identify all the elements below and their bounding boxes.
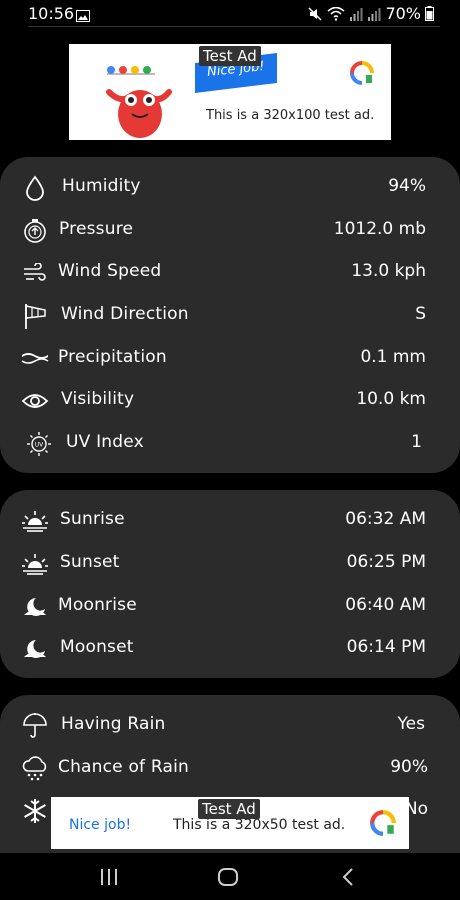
pressure-value: 1012.0 mb bbox=[333, 219, 426, 239]
navigation-bar bbox=[0, 853, 460, 900]
signal-icon bbox=[349, 7, 363, 21]
sunrise-label: Sunrise bbox=[60, 509, 125, 529]
top-banner-ad[interactable]: Nice job! Test Ad This is a 320x100 test… bbox=[69, 44, 391, 140]
bottom-banner-ad[interactable]: Test Ad Nice job! This is a 320x50 test … bbox=[51, 797, 409, 849]
monster-mascot-image bbox=[99, 62, 179, 140]
sunset-icon bbox=[20, 550, 50, 578]
divider bbox=[28, 26, 440, 27]
moonset-icon bbox=[20, 635, 50, 663]
test-ad-badge: Test Ad bbox=[198, 799, 260, 819]
wind-speed-value: 13.0 kph bbox=[351, 261, 426, 281]
recents-button[interactable] bbox=[89, 863, 129, 891]
mute-icon bbox=[307, 6, 323, 22]
gallery-icon bbox=[76, 7, 90, 26]
back-icon bbox=[342, 868, 353, 886]
pressure-row: Pressure 1012.0 mb bbox=[0, 209, 460, 251]
rain-cloud-icon bbox=[20, 755, 50, 783]
ad-logo-icon bbox=[369, 809, 397, 841]
sunset-value: 06:25 PM bbox=[346, 552, 426, 572]
having-rain-value: Yes bbox=[397, 714, 425, 734]
wind-icon bbox=[20, 259, 50, 287]
precipitation-row: Precipitation 0.1 mm bbox=[0, 337, 460, 379]
weather-details-card: Humidity 94% Pressure 1012.0 mb Wind Spe… bbox=[0, 157, 460, 473]
snowflake-icon bbox=[20, 797, 50, 825]
chance-of-rain-row: Chance of Rain 90% bbox=[0, 747, 460, 789]
ad-text: This is a 320x50 test ad. bbox=[173, 817, 346, 833]
humidity-label: Humidity bbox=[62, 176, 141, 196]
wind-speed-label: Wind Speed bbox=[58, 261, 162, 281]
sunset-label: Sunset bbox=[60, 552, 120, 572]
moonrise-row: Moonrise 06:40 AM bbox=[0, 585, 460, 627]
visibility-value: 10.0 km bbox=[356, 389, 426, 409]
moonset-label: Moonset bbox=[60, 637, 134, 657]
moonset-value: 06:14 PM bbox=[346, 637, 426, 657]
uv-index-value: 1 bbox=[411, 432, 422, 452]
wind-direction-label: Wind Direction bbox=[61, 304, 189, 324]
gauge-icon bbox=[20, 217, 50, 245]
chance-of-rain-label: Chance of Rain bbox=[58, 757, 189, 777]
sunrise-icon bbox=[20, 507, 50, 535]
moonrise-icon bbox=[20, 593, 50, 621]
sunrise-value: 06:32 AM bbox=[345, 509, 426, 529]
chance-of-rain-value: 90% bbox=[390, 757, 428, 777]
back-button[interactable] bbox=[328, 863, 368, 891]
ad-nice-text: Nice job! bbox=[69, 817, 132, 833]
ad-logo-icon bbox=[349, 60, 375, 90]
uv-index-label: UV Index bbox=[66, 432, 144, 452]
having-rain-row: Having Rain Yes bbox=[0, 704, 460, 746]
sunrise-row: Sunrise 06:32 AM bbox=[0, 499, 460, 541]
umbrella-icon bbox=[20, 712, 50, 740]
humidity-row: Humidity 94% bbox=[0, 166, 460, 208]
battery-icon bbox=[425, 6, 434, 21]
humidity-value: 94% bbox=[388, 176, 426, 196]
status-bar: 10:56 70% bbox=[0, 0, 460, 26]
visibility-label: Visibility bbox=[61, 389, 135, 409]
pressure-label: Pressure bbox=[59, 219, 134, 239]
wind-direction-row: Wind Direction S bbox=[0, 294, 460, 336]
moonrise-value: 06:40 AM bbox=[345, 595, 426, 615]
wind-direction-value: S bbox=[415, 304, 426, 324]
home-icon bbox=[218, 868, 238, 886]
astronomy-card: Sunrise 06:32 AM Sunset 06:25 PM Moonris… bbox=[0, 490, 460, 678]
visibility-row: Visibility 10.0 km bbox=[0, 379, 460, 421]
moonrise-label: Moonrise bbox=[58, 595, 137, 615]
precipitation-icon bbox=[20, 345, 50, 373]
precipitation-label: Precipitation bbox=[58, 347, 167, 367]
uv-index-row: UV UV Index 1 bbox=[0, 422, 460, 464]
wind-speed-row: Wind Speed 13.0 kph bbox=[0, 251, 460, 293]
moonset-row: Moonset 06:14 PM bbox=[0, 627, 460, 669]
wifi-icon bbox=[327, 6, 345, 21]
home-button[interactable] bbox=[208, 863, 248, 891]
recents-icon bbox=[101, 869, 117, 885]
having-rain-label: Having Rain bbox=[61, 714, 166, 734]
svg-text:UV: UV bbox=[35, 442, 44, 449]
status-time: 10:56 bbox=[28, 4, 75, 23]
battery-text: 70% bbox=[385, 4, 421, 23]
droplet-icon bbox=[20, 174, 50, 202]
signal-icon bbox=[367, 7, 381, 21]
test-ad-badge: Test Ad bbox=[199, 46, 261, 66]
windsock-icon bbox=[20, 302, 50, 330]
eye-icon bbox=[20, 387, 50, 415]
precipitation-value: 0.1 mm bbox=[360, 347, 426, 367]
sunset-row: Sunset 06:25 PM bbox=[0, 542, 460, 584]
uv-icon: UV bbox=[24, 430, 54, 458]
ad-text: This is a 320x100 test ad. bbox=[206, 108, 375, 123]
